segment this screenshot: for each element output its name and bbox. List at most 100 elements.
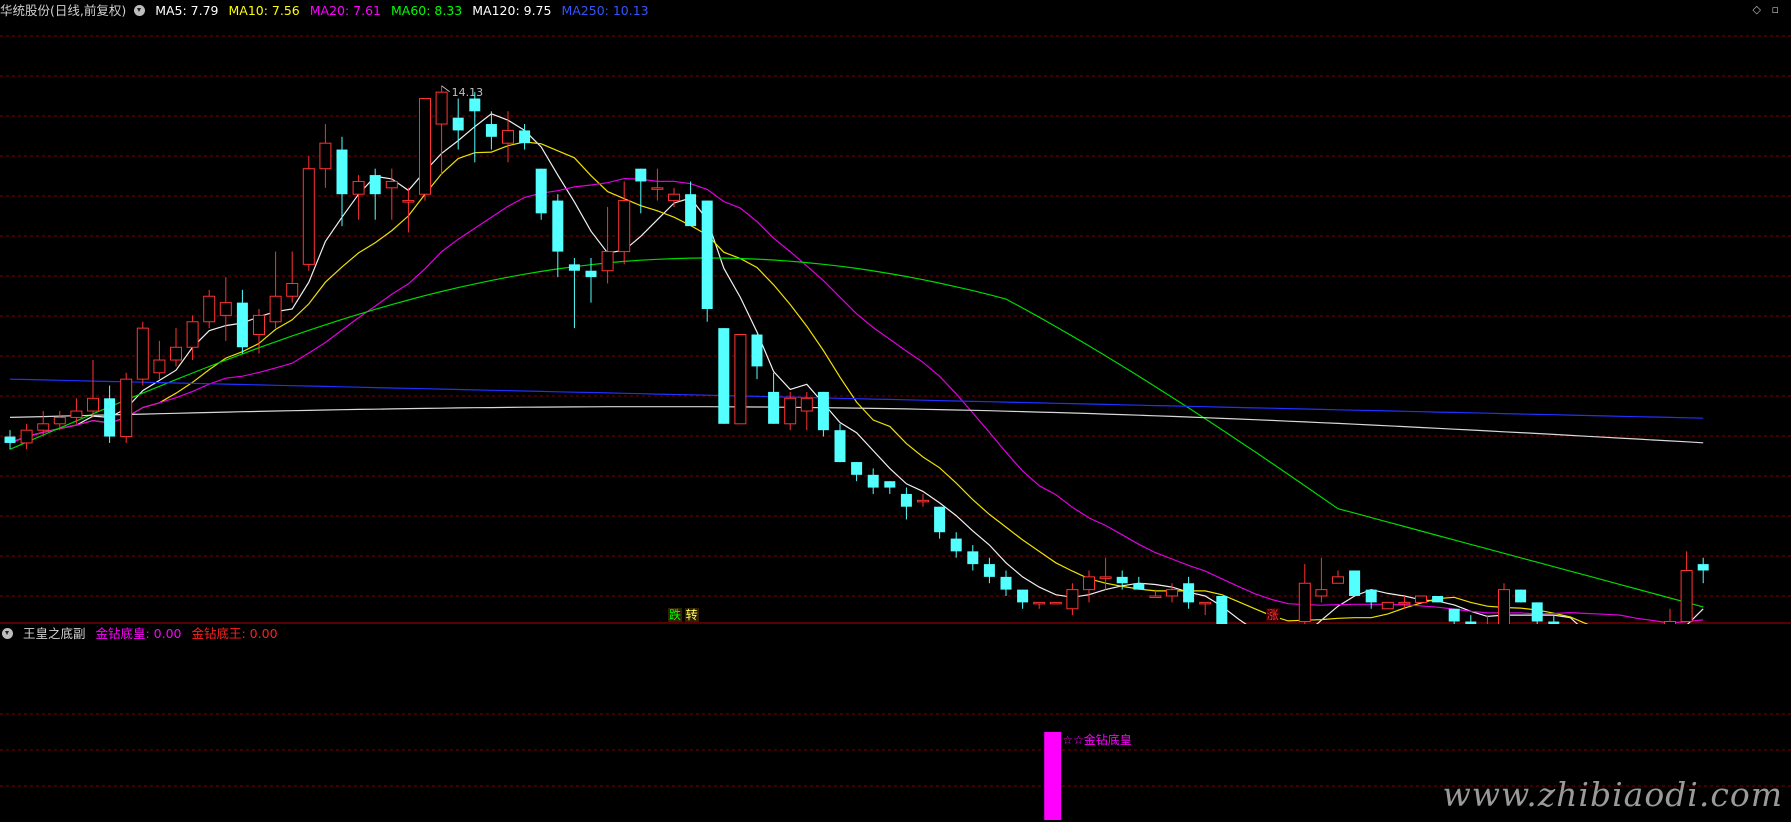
- candle-body-up: [784, 397, 797, 425]
- candle-body-up: [1498, 589, 1510, 624]
- candle-body-up: [120, 378, 133, 438]
- candle-body-down: [1432, 596, 1444, 603]
- candle-body-down: [1183, 583, 1195, 603]
- candle-body-down: [1531, 602, 1543, 622]
- candle-body-up: [1199, 601, 1212, 605]
- candle-body-down: [585, 270, 597, 278]
- candle-body-up: [1066, 589, 1079, 610]
- candle-body-down: [552, 200, 564, 252]
- dropdown-icon[interactable]: [134, 5, 146, 16]
- candle-body-up: [800, 397, 813, 412]
- candle-body-up: [70, 410, 83, 418]
- candle-body-down: [236, 302, 248, 348]
- ma60-label: MA60: 8.33: [391, 3, 463, 18]
- candle-body-up: [319, 142, 332, 170]
- candlestick-chart[interactable]: 14.136.93: [0, 0, 1791, 624]
- candle-body-down: [336, 149, 348, 195]
- candle-body-up: [419, 98, 431, 195]
- jinzuan-dihuang-label: 金钻底皇: 0.00: [95, 626, 182, 641]
- candle-body-up: [435, 91, 448, 125]
- candle-body-down: [1515, 589, 1527, 603]
- ma10-label: MA10: 7.56: [228, 3, 300, 18]
- max-pointer: [441, 85, 450, 93]
- restore-icon[interactable]: ▫: [1772, 3, 1779, 16]
- candle-body-down: [934, 506, 946, 533]
- candle-body-down: [950, 538, 962, 552]
- candle-body-up: [1415, 595, 1427, 603]
- candle-body-up: [219, 302, 232, 316]
- candle-body-up: [1298, 582, 1311, 623]
- candle-body-down: [851, 462, 863, 475]
- candle-body-down: [519, 130, 531, 144]
- candle-body-up: [1099, 576, 1112, 579]
- candle-body-down: [701, 200, 713, 309]
- main-chart-panel[interactable]: 14.136.93 华统股份(日线,前复权) MA5: 7.79 MA10: 7…: [0, 0, 1791, 624]
- jinzuan-dihuang-marker-label: ☆☆金钻底皇: [1062, 732, 1132, 747]
- candle-body-down: [4, 436, 16, 443]
- candle-body-up: [651, 187, 664, 190]
- candle-body-up: [502, 129, 514, 144]
- diamond-icon[interactable]: ◇: [1753, 3, 1761, 16]
- ma10-line: [9, 141, 1589, 624]
- dropdown-icon[interactable]: [2, 628, 13, 639]
- candle-body-up: [385, 180, 398, 189]
- ma20-line: [9, 177, 1704, 624]
- candle-body-up: [20, 429, 33, 444]
- watermark: www.zhibiaodi.com: [1442, 775, 1783, 814]
- candle-body-down: [685, 194, 697, 227]
- candle-body-up: [618, 200, 631, 253]
- candle-body-up: [402, 200, 415, 203]
- max-price-label: 14.13: [452, 86, 484, 99]
- stock-title[interactable]: 华统股份(日线,前复权): [0, 3, 126, 18]
- candle-body-down: [1216, 596, 1228, 624]
- candle-body-down: [983, 564, 995, 577]
- candle-body-up: [170, 346, 182, 361]
- ma250-line: [9, 378, 1704, 419]
- candle-body-up: [601, 251, 614, 272]
- candle-body-down: [369, 175, 381, 195]
- candle-body-down: [1000, 576, 1012, 590]
- candle-body-down: [635, 168, 647, 182]
- candle-body-up: [734, 334, 747, 425]
- candle-body-down: [1697, 564, 1709, 571]
- candle-body-up: [1149, 595, 1162, 598]
- candle-body-up: [87, 397, 99, 412]
- main-header: 华统股份(日线,前复权) MA5: 7.79 MA10: 7.56 MA20: …: [0, 2, 655, 20]
- candle-body-up: [1398, 601, 1411, 605]
- candle-body-down: [718, 328, 730, 424]
- candle-body-down: [485, 124, 497, 137]
- candle-body-down: [867, 474, 879, 488]
- candle-body-up: [286, 282, 299, 297]
- candle-body-down: [1133, 583, 1145, 590]
- jinzuan-dihuang-bar: [1044, 732, 1062, 820]
- sub-title[interactable]: 王皇之底副: [23, 626, 86, 641]
- candle-body-down: [469, 98, 481, 112]
- candle-body-up: [302, 168, 315, 265]
- candle-body-up: [1166, 589, 1178, 597]
- candle-body-down: [1017, 589, 1029, 603]
- sub-indicator-panel[interactable]: ☆☆金钻底皇 王皇之底副 金钻底皇: 0.00 金钻底王: 0.00 www.z…: [0, 624, 1791, 822]
- candle-body-up: [1332, 576, 1344, 584]
- candle-body-down: [834, 430, 846, 463]
- ma5-label: MA5: 7.79: [155, 3, 219, 18]
- candle-body-up: [153, 359, 166, 374]
- candle-body-up: [1083, 576, 1095, 591]
- candle-body-up: [352, 180, 365, 195]
- candle-body-up: [136, 327, 149, 380]
- candle-body-up: [1680, 569, 1693, 623]
- candle-body-down: [1365, 589, 1377, 603]
- ma20-label: MA20: 7.61: [309, 3, 382, 18]
- candle-body-down: [1448, 608, 1460, 622]
- candle-body-down: [568, 264, 580, 271]
- candle-body-down: [768, 391, 780, 424]
- sub-header: 王皇之底副 金钻底皇: 0.00 金钻底王: 0.00: [0, 625, 284, 643]
- candle-body-up: [269, 295, 282, 323]
- candle-body-up: [1049, 601, 1062, 605]
- candle-body-up: [37, 423, 50, 431]
- candle-body-down: [1116, 576, 1128, 584]
- candle-body-up: [917, 499, 929, 503]
- candle-body-down: [104, 398, 116, 437]
- ma120-label: MA120: 9.75: [472, 3, 552, 18]
- candle-body-down: [452, 117, 464, 131]
- candle-body-up: [1033, 601, 1046, 605]
